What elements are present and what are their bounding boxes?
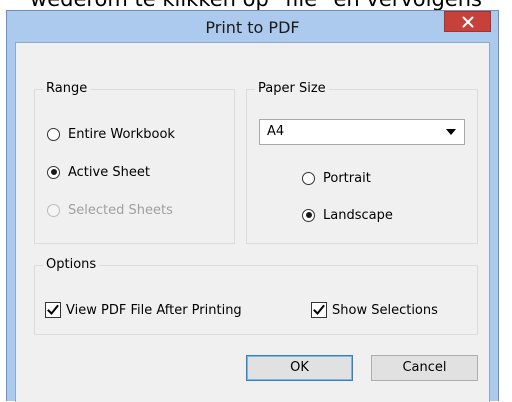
range-group: Range Entire Workbook Active Sheet Selec… [34,80,235,244]
checkbox-view-pdf[interactable]: View PDF File After Printing [45,301,242,319]
checkbox-show-selections-box[interactable] [311,302,327,318]
close-icon [462,16,474,28]
range-group-label: Range [43,80,91,97]
print-to-pdf-dialog: Print to PDF Range Entire Workbook Activ… [6,10,499,402]
options-group: Options View PDF File After Printing Sho… [34,256,478,335]
dialog-title: Print to PDF [205,18,300,37]
radio-entire-workbook-indicator[interactable] [47,127,60,141]
checkbox-view-pdf-label: View PDF File After Printing [66,302,242,318]
radio-selected-sheets-label: Selected Sheets [68,202,173,218]
radio-landscape-indicator[interactable] [302,208,315,222]
paper-size-select[interactable]: A4 [259,119,465,145]
checkbox-show-selections-label: Show Selections [332,302,438,318]
radio-entire-workbook-label: Entire Workbook [68,126,175,142]
checkmark-icon [313,304,325,315]
radio-portrait-label: Portrait [323,170,371,186]
dialog-client-area: Range Entire Workbook Active Sheet Selec… [15,42,490,402]
radio-landscape-label: Landscape [323,207,393,223]
checkmark-icon [47,304,59,315]
options-group-label: Options [43,256,100,273]
ok-button[interactable]: OK [246,355,353,381]
checkbox-view-pdf-box[interactable] [45,302,61,318]
radio-active-sheet-indicator[interactable] [47,165,60,179]
checkbox-show-selections[interactable]: Show Selections [311,301,438,319]
paper-size-group-label: Paper Size [255,80,329,97]
radio-active-sheet-label: Active Sheet [68,164,150,180]
title-bar[interactable]: Print to PDF [7,11,498,42]
radio-portrait-indicator[interactable] [302,171,315,185]
radio-selected-sheets-indicator [47,203,60,217]
paper-size-group: Paper Size A4 Portrait Landscape [246,80,478,244]
close-button[interactable] [444,11,491,32]
radio-selected-sheets: Selected Sheets [47,201,173,219]
radio-entire-workbook[interactable]: Entire Workbook [47,125,175,143]
cancel-button[interactable]: Cancel [371,355,478,381]
radio-portrait[interactable]: Portrait [302,169,371,187]
chevron-down-icon [446,129,456,135]
paper-size-selected-value: A4 [267,124,285,139]
radio-active-sheet[interactable]: Active Sheet [47,163,150,181]
radio-landscape[interactable]: Landscape [302,206,393,224]
